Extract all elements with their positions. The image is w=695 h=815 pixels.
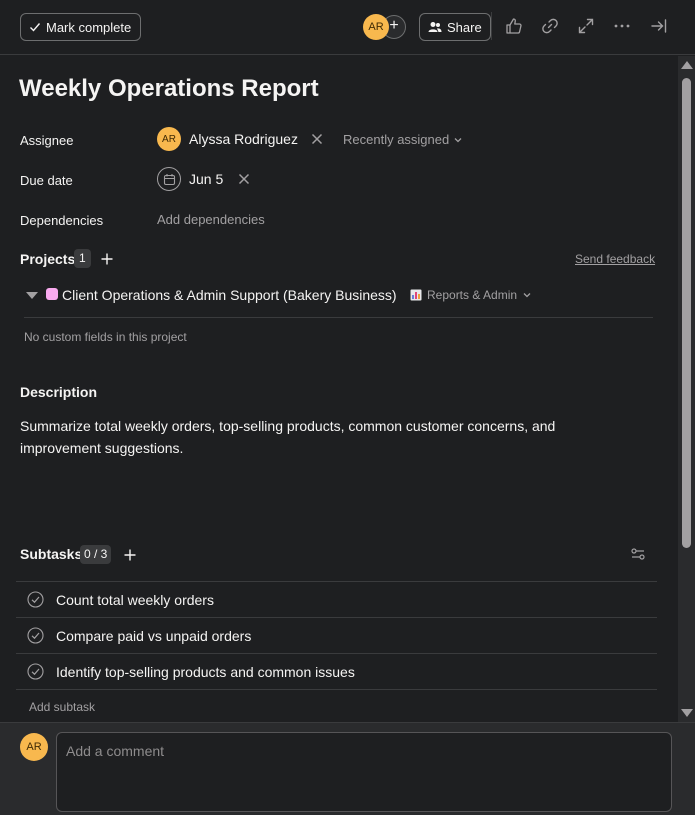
scrollbar[interactable] (678, 56, 695, 722)
dependencies-label: Dependencies (20, 213, 104, 228)
recently-assigned-dropdown[interactable]: Recently assigned (343, 132, 463, 147)
mark-complete-label: Mark complete (46, 19, 132, 35)
scroll-up-arrow-icon[interactable] (681, 61, 693, 69)
subtask-options-icon[interactable] (630, 546, 646, 562)
subtask-row[interactable]: Count total weekly orders (16, 582, 657, 618)
mark-complete-button[interactable]: Mark complete (20, 13, 142, 41)
people-icon (428, 22, 442, 32)
subtask-list: Count total weekly orders Compare paid v… (16, 581, 657, 690)
subtask-row[interactable]: Compare paid vs unpaid orders (16, 618, 657, 654)
share-button[interactable]: Share (419, 13, 491, 41)
more-icon[interactable] (611, 15, 633, 37)
due-date-label: Due date (20, 173, 73, 188)
subtask-name[interactable]: Count total weekly orders (56, 592, 214, 608)
checkmark-icon (30, 23, 41, 32)
subtask-row[interactable]: Identify top-selling products and common… (16, 654, 657, 690)
check-circle-icon[interactable] (27, 591, 44, 608)
close-panel-icon[interactable] (648, 15, 670, 37)
recently-assigned-label: Recently assigned (343, 132, 450, 147)
project-name[interactable]: Client Operations & Admin Support (Baker… (62, 287, 397, 303)
check-circle-icon[interactable] (27, 663, 44, 680)
clear-due-date-icon[interactable] (237, 172, 251, 186)
collaborator-avatar[interactable]: AR (363, 14, 389, 40)
comment-input[interactable]: Add a comment (56, 732, 672, 812)
project-color-swatch (46, 288, 58, 300)
avatar: AR (20, 733, 48, 761)
no-custom-fields-text: No custom fields in this project (24, 330, 187, 344)
scrollbar-thumb[interactable] (682, 78, 691, 548)
link-icon[interactable] (539, 15, 561, 37)
expand-icon[interactable] (575, 15, 597, 37)
chevron-down-icon (523, 293, 531, 298)
projects-heading: Projects (20, 251, 76, 267)
thumbs-up-icon[interactable] (503, 15, 525, 37)
assignee-label: Assignee (20, 133, 74, 148)
add-subtask-icon[interactable] (123, 548, 137, 562)
send-feedback-link[interactable]: Send feedback (575, 252, 655, 266)
projects-count-badge: 1 (74, 249, 91, 268)
subtask-name[interactable]: Identify top-selling products and common… (56, 664, 355, 680)
collaborators: AR + (363, 14, 409, 40)
project-row: Client Operations & Admin Support (Baker… (24, 283, 653, 318)
check-circle-icon[interactable] (27, 627, 44, 644)
due-date-value[interactable]: Jun 5 (189, 171, 223, 187)
project-section-label: Reports & Admin (427, 288, 518, 302)
description-heading: Description (20, 384, 98, 400)
add-subtask-button[interactable]: Add subtask (29, 700, 95, 714)
toolbar-divider (491, 12, 492, 40)
subtasks-progress-badge: 0 / 3 (80, 545, 112, 564)
avatar: AR (157, 127, 181, 151)
task-title[interactable]: Weekly Operations Report (19, 75, 319, 103)
comment-composer: AR Add a comment (0, 722, 695, 815)
bar-chart-icon (410, 289, 422, 301)
add-project-icon[interactable] (100, 252, 114, 266)
remove-assignee-icon[interactable] (310, 132, 324, 146)
description-text[interactable]: Summarize total weekly orders, top-selli… (20, 415, 580, 459)
share-label: Share (447, 19, 482, 35)
chevron-down-icon (454, 137, 462, 142)
calendar-icon[interactable] (157, 167, 181, 191)
project-section-dropdown[interactable]: Reports & Admin (410, 288, 532, 302)
scroll-down-arrow-icon[interactable] (681, 709, 693, 717)
collapse-caret-icon[interactable] (26, 292, 38, 299)
assignee-name[interactable]: Alyssa Rodriguez (189, 131, 298, 147)
task-details-pane[interactable]: Weekly Operations Report Assignee AR Aly… (0, 56, 678, 722)
add-dependencies-button[interactable]: Add dependencies (157, 212, 265, 227)
task-toolbar: Mark complete AR + Share (0, 0, 695, 55)
subtasks-heading: Subtasks (20, 546, 83, 562)
subtask-name[interactable]: Compare paid vs unpaid orders (56, 628, 251, 644)
